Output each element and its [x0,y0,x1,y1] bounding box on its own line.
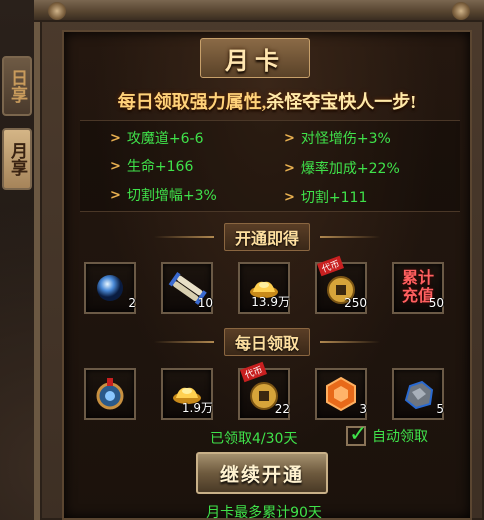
attribute-item: > 爆率加成+22% [284,158,400,178]
reward-slot[interactable]: 13.9万 [238,262,290,314]
ore-stone-icon [398,374,438,414]
section-header-daily: 每日领取 [62,328,472,356]
chevron-right-icon: > [110,158,121,174]
attribute-item: > 对怪增伤+3% [284,128,391,148]
reward-slot[interactable]: 代币 250 [315,255,367,314]
chevron-right-icon: > [284,160,295,176]
item-count: 13.9万 [251,295,290,309]
ornament-icon [452,2,470,20]
attribute-item: > 切割+111 [284,187,367,207]
continue-subscribe-button[interactable]: 继续开通 [196,452,328,494]
tab-monthly[interactable]: 月享 [2,128,32,190]
amulet-icon [90,374,130,414]
chevron-right-icon: > [284,130,295,146]
divider [320,236,380,238]
item-count: 50 [428,296,444,310]
reward-slot[interactable] [84,368,136,420]
tab-daily-label: 日享 [8,69,27,103]
chevron-right-icon: > [110,187,121,203]
orange-hex-gem-icon [321,374,361,414]
slogan-part1: 每日领取强力属性, [117,92,267,112]
item-count: 3 [359,402,367,416]
item-count: 22 [274,402,290,416]
page-title-text: 月卡 [225,48,285,75]
section-title: 每日领取 [223,328,310,356]
reward-slot[interactable]: 5 [392,368,444,420]
divider [320,341,380,343]
divider [153,236,214,238]
reward-slot[interactable]: 累计充值 50 [392,262,444,314]
attribute-text: 对怪增伤+3% [300,131,391,147]
item-count: 2 [128,296,136,310]
item-count: 1.9万 [181,401,213,415]
window-frame-top [34,0,484,22]
reward-slot[interactable]: 10 [161,262,213,314]
item-count: 5 [436,402,444,416]
reward-slot[interactable]: 3 [315,368,367,420]
reward-slot[interactable]: 1.9万 [161,368,213,420]
attribute-text: 生命+166 [126,159,194,175]
chevron-right-icon: > [110,130,121,146]
ornament-icon [48,2,66,20]
slogan-part2: 杀怪夺宝快人一步! [266,92,417,112]
claim-status: 已领取4/30天 [210,431,298,447]
auto-claim-label: 自动领取 [372,429,428,445]
section-header-unlock: 开通即得 [62,223,472,251]
continue-subscribe-label: 继续开通 [219,463,304,486]
auto-claim-checkbox[interactable]: ✓ [346,422,367,447]
attribute-item: > 攻魔道+6-6 [110,128,204,148]
attribute-text: 切割增幅+3% [126,188,217,204]
page-title: 月卡 [200,38,310,78]
slogan: 每日领取强力属性,杀怪夺宝快人一步! [62,88,472,114]
chevron-right-icon: > [284,189,295,205]
tab-daily[interactable]: 日享 [2,56,32,116]
blue-orb-icon [90,268,130,308]
divider [153,341,214,343]
attribute-item: > 生命+166 [110,156,193,176]
tab-monthly-label: 月享 [8,142,27,176]
attribute-item: > 切割增幅+3% [110,185,217,205]
checkmark-icon: ✓ [349,422,368,447]
footer-note: 月卡最多累计90天 [206,505,322,520]
reward-slot[interactable]: 2 [84,262,136,314]
section-title: 开通即得 [223,223,310,251]
item-count: 10 [197,296,213,310]
auto-claim-toggle[interactable]: ✓ 自动领取 [346,422,428,447]
item-count: 250 [344,296,367,310]
attribute-text: 爆率加成+22% [300,161,400,177]
attribute-text: 切割+111 [300,190,368,206]
attribute-text: 攻魔道+6-6 [126,131,204,147]
reward-slot[interactable]: 代币 22 [238,361,290,420]
